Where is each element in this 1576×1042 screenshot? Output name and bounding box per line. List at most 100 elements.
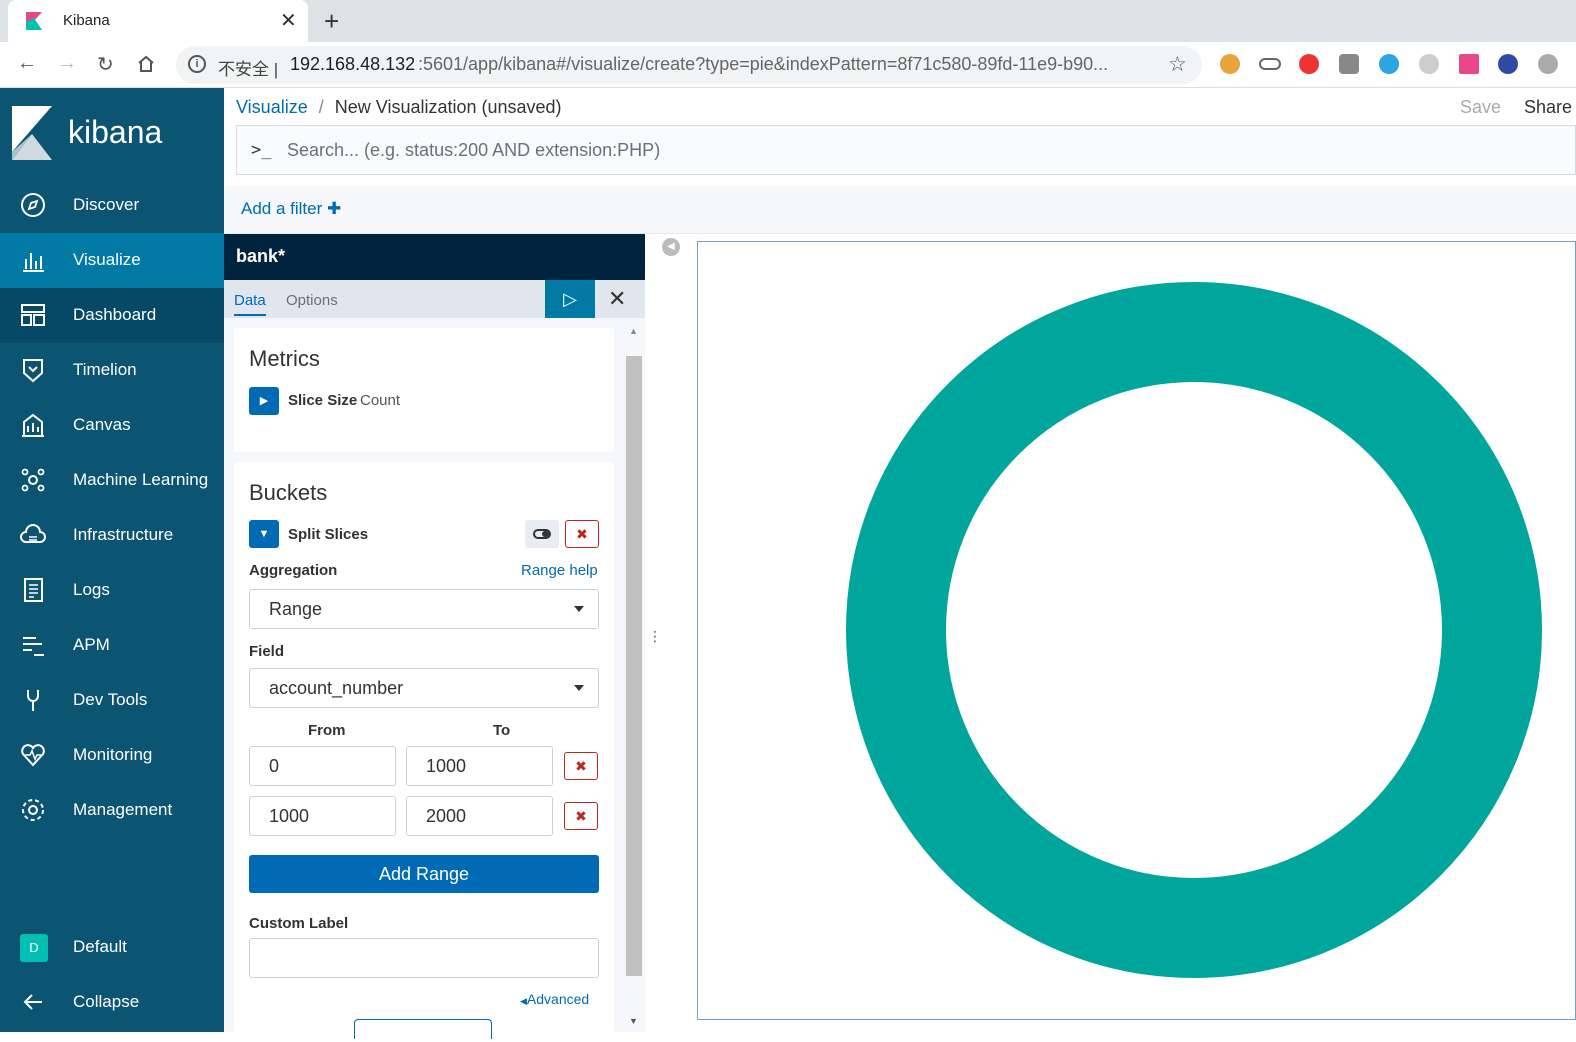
cross-icon: ✖ bbox=[575, 808, 587, 824]
add-sub-buckets-button[interactable] bbox=[354, 1019, 492, 1039]
back-icon[interactable]: ← bbox=[17, 52, 37, 75]
apply-changes-button[interactable]: ▷ bbox=[545, 280, 595, 318]
info-icon[interactable]: i bbox=[188, 55, 206, 73]
space-selector[interactable]: D Default bbox=[0, 920, 224, 975]
range-to-input[interactable]: 1000 bbox=[406, 746, 553, 786]
nav-item-discover[interactable]: Discover bbox=[0, 178, 224, 233]
search-extension-icon[interactable] bbox=[1538, 54, 1558, 74]
gray-extension-icon[interactable] bbox=[1419, 54, 1439, 74]
kibana-favicon-icon bbox=[26, 12, 42, 30]
nav-item-dev-tools[interactable]: Dev Tools bbox=[0, 673, 224, 728]
nav-item-monitoring[interactable]: Monitoring bbox=[0, 728, 224, 783]
save-button[interactable]: Save bbox=[1460, 97, 1501, 118]
cookie-extension-icon[interactable] bbox=[1220, 54, 1240, 74]
address-bar[interactable]: i 不安全 | 192.168.48.132 :5601/app/kibana#… bbox=[176, 46, 1202, 84]
add-filter-button[interactable]: Add a filter ✚ bbox=[241, 199, 341, 219]
advanced-toggle[interactable]: ◀Advanced bbox=[520, 991, 589, 1007]
logs-icon bbox=[24, 578, 43, 602]
resize-handle-icon[interactable]: ⋮ bbox=[648, 628, 662, 645]
chevron-down-icon bbox=[574, 685, 584, 691]
forward-icon[interactable]: → bbox=[57, 52, 77, 75]
range-to-input[interactable]: 2000 bbox=[406, 796, 553, 836]
kibana-extension-icon[interactable] bbox=[1459, 54, 1479, 74]
tab-options[interactable]: Options bbox=[286, 292, 338, 309]
expand-metric-button[interactable]: ▶ bbox=[249, 387, 279, 415]
scroll-down-icon[interactable]: ▼ bbox=[629, 1016, 638, 1026]
caret-down-icon: ▼ bbox=[258, 528, 270, 540]
aggregation-select[interactable]: Range bbox=[249, 589, 599, 629]
canvas-icon bbox=[22, 413, 44, 437]
nav-label: Timelion bbox=[73, 360, 137, 379]
range-from-input[interactable]: 1000 bbox=[249, 796, 396, 836]
url-host: 192.168.48.132 bbox=[290, 54, 416, 74]
collapse-editor-icon[interactable]: ◀ bbox=[662, 238, 680, 256]
collapse-label: Collapse bbox=[73, 992, 140, 1011]
apm-icon bbox=[23, 637, 44, 656]
nav-label: Management bbox=[73, 800, 173, 819]
new-tab-button[interactable]: + bbox=[324, 6, 339, 37]
nav-item-apm[interactable]: APM bbox=[0, 618, 224, 673]
nav-item-dashboard[interactable]: Dashboard bbox=[0, 288, 224, 343]
nav-item-timelion[interactable]: Timelion bbox=[0, 343, 224, 398]
reload-icon[interactable]: ↻ bbox=[97, 52, 114, 77]
scroll-thumb[interactable] bbox=[626, 356, 642, 976]
discard-changes-icon[interactable]: ✕ bbox=[608, 286, 626, 312]
range-from-input[interactable]: 0 bbox=[249, 746, 396, 786]
browser-tabstrip: Kibana ✕ + bbox=[0, 0, 1576, 42]
nav-item-logs[interactable]: Logs bbox=[0, 563, 224, 618]
scroll-up-icon[interactable]: ▲ bbox=[629, 326, 638, 336]
pie-slice[interactable] bbox=[846, 282, 1542, 978]
nav-item-canvas[interactable]: Canvas bbox=[0, 398, 224, 453]
search-input[interactable]: >_ Search... (e.g. status:200 AND extens… bbox=[236, 125, 1576, 175]
tab-title: Kibana bbox=[63, 12, 110, 29]
infinity-extension-icon[interactable] bbox=[1259, 58, 1281, 70]
nav-label: Machine Learning bbox=[73, 470, 209, 489]
range-help-link[interactable]: Range help bbox=[521, 562, 598, 579]
bookmark-star-icon[interactable]: ☆ bbox=[1168, 52, 1187, 77]
arrow-left-icon bbox=[23, 994, 42, 1010]
share-button[interactable]: Share bbox=[1524, 97, 1572, 118]
range-from-value: 1000 bbox=[269, 806, 310, 826]
nav-label: Logs bbox=[73, 580, 110, 599]
kibana-sidebar: kibana Discover Visualize Dashboard Time… bbox=[0, 88, 224, 1032]
tab-data[interactable]: Data bbox=[234, 292, 266, 316]
editor-tabs: Data Options ▷ ✕ bbox=[224, 280, 645, 318]
close-tab-icon[interactable]: ✕ bbox=[280, 8, 297, 33]
collapse-nav-button[interactable]: Collapse bbox=[0, 975, 224, 1030]
weibo-extension-icon[interactable] bbox=[1299, 54, 1319, 74]
field-value: account_number bbox=[269, 678, 404, 698]
toggle-bucket-button[interactable] bbox=[525, 520, 559, 548]
blue-extension-icon[interactable] bbox=[1498, 54, 1518, 74]
nav-item-management[interactable]: Management bbox=[0, 783, 224, 838]
kibana-logo-icon[interactable] bbox=[12, 106, 56, 160]
url-path: :5601/app/kibana#/visualize/create?type=… bbox=[418, 54, 1109, 74]
collapse-bucket-button[interactable]: ▼ bbox=[249, 520, 279, 548]
infra-icon bbox=[20, 524, 46, 543]
custom-label-input[interactable] bbox=[249, 938, 599, 978]
shield-extension-icon[interactable] bbox=[1339, 54, 1359, 74]
add-range-button[interactable]: Add Range bbox=[249, 855, 599, 893]
nav-item-infrastructure[interactable]: Infrastructure bbox=[0, 508, 224, 563]
remove-bucket-button[interactable]: ✖ bbox=[565, 520, 599, 548]
aggregation-label: Aggregation bbox=[249, 562, 338, 579]
caret-left-icon: ◀ bbox=[520, 996, 527, 1006]
telegram-extension-icon[interactable] bbox=[1379, 54, 1399, 74]
field-select[interactable]: account_number bbox=[249, 668, 599, 708]
editor-scrollbar[interactable]: ▲ ▼ bbox=[625, 326, 643, 1026]
breadcrumb-visualize-link[interactable]: Visualize bbox=[236, 97, 308, 117]
nav-label: Dev Tools bbox=[73, 690, 148, 709]
caret-right-icon: ▶ bbox=[259, 395, 269, 407]
nav-label: Discover bbox=[73, 195, 140, 214]
remove-range-button[interactable]: ✖ bbox=[564, 802, 598, 830]
nav-item-machine-learning[interactable]: Machine Learning bbox=[0, 453, 224, 508]
filter-bar: Add a filter ✚ bbox=[224, 186, 1576, 234]
chevron-down-icon bbox=[574, 606, 584, 612]
remove-range-button[interactable]: ✖ bbox=[564, 752, 598, 780]
metrics-section: Metrics ▶ Slice Size Count bbox=[234, 328, 614, 452]
to-label: To bbox=[493, 722, 511, 739]
browser-tab[interactable]: Kibana ✕ bbox=[8, 0, 308, 42]
metrics-title: Metrics bbox=[249, 346, 320, 371]
slice-size-agg: Count bbox=[360, 392, 401, 409]
home-icon[interactable] bbox=[136, 54, 156, 74]
nav-item-visualize[interactable]: Visualize bbox=[0, 233, 224, 288]
